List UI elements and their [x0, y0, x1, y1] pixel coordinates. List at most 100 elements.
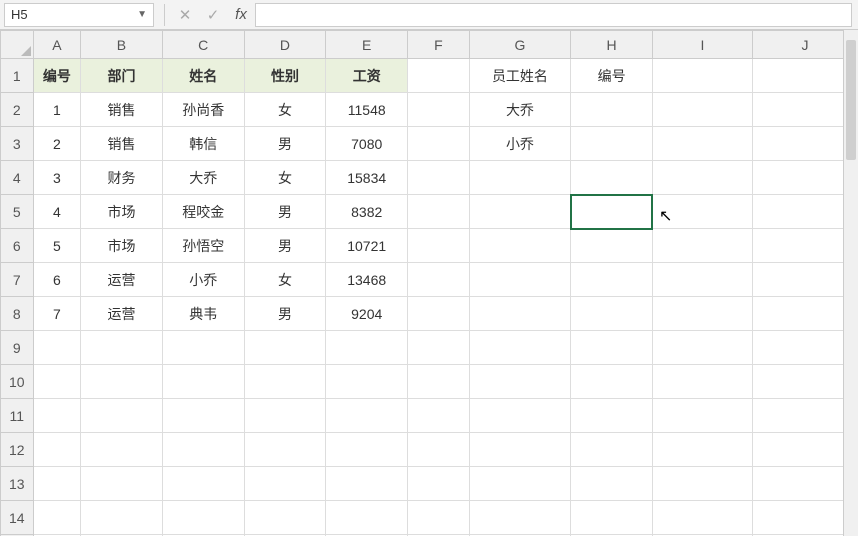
row-header-12[interactable]: 12	[1, 433, 34, 467]
column-header-I[interactable]: I	[652, 31, 752, 59]
cell-E7[interactable]: 13468	[326, 263, 408, 297]
cell-B10[interactable]	[81, 365, 163, 399]
cell-G13[interactable]	[469, 467, 571, 501]
cell-D5[interactable]: 男	[244, 195, 326, 229]
cell-F7[interactable]	[408, 263, 469, 297]
cell-C12[interactable]	[162, 433, 244, 467]
column-header-J[interactable]: J	[752, 31, 857, 59]
column-header-E[interactable]: E	[326, 31, 408, 59]
cell-J1[interactable]	[752, 59, 857, 93]
cell-J4[interactable]	[752, 161, 857, 195]
cell-G12[interactable]	[469, 433, 571, 467]
cell-F4[interactable]	[408, 161, 469, 195]
cell-F9[interactable]	[408, 331, 469, 365]
cell-E6[interactable]: 10721	[326, 229, 408, 263]
cell-G5[interactable]	[469, 195, 571, 229]
column-header-H[interactable]: H	[571, 31, 653, 59]
cell-B7[interactable]: 运营	[81, 263, 163, 297]
fx-button[interactable]: fx	[227, 3, 255, 27]
cell-D13[interactable]	[244, 467, 326, 501]
cell-I4[interactable]	[652, 161, 752, 195]
cell-I9[interactable]	[652, 331, 752, 365]
name-box[interactable]: H5 ▼	[4, 3, 154, 27]
cell-F2[interactable]	[408, 93, 469, 127]
column-header-C[interactable]: C	[162, 31, 244, 59]
row-header-6[interactable]: 6	[1, 229, 34, 263]
cell-I6[interactable]	[652, 229, 752, 263]
cell-G4[interactable]	[469, 161, 571, 195]
cell-G14[interactable]	[469, 501, 571, 535]
row-header-10[interactable]: 10	[1, 365, 34, 399]
cell-A9[interactable]	[33, 331, 81, 365]
cell-I8[interactable]	[652, 297, 752, 331]
cell-A11[interactable]	[33, 399, 81, 433]
row-header-13[interactable]: 13	[1, 467, 34, 501]
cell-F8[interactable]	[408, 297, 469, 331]
cell-H7[interactable]	[571, 263, 653, 297]
cell-C8[interactable]: 典韦	[162, 297, 244, 331]
cell-D6[interactable]: 男	[244, 229, 326, 263]
cell-C9[interactable]	[162, 331, 244, 365]
cell-F11[interactable]	[408, 399, 469, 433]
cell-B8[interactable]: 运营	[81, 297, 163, 331]
cell-G7[interactable]	[469, 263, 571, 297]
cell-J13[interactable]	[752, 467, 857, 501]
row-header-5[interactable]: 5	[1, 195, 34, 229]
cell-F10[interactable]	[408, 365, 469, 399]
row-header-4[interactable]: 4	[1, 161, 34, 195]
cell-J2[interactable]	[752, 93, 857, 127]
cell-A12[interactable]	[33, 433, 81, 467]
cell-H8[interactable]	[571, 297, 653, 331]
row-header-1[interactable]: 1	[1, 59, 34, 93]
column-header-B[interactable]: B	[81, 31, 163, 59]
cell-C6[interactable]: 孙悟空	[162, 229, 244, 263]
spreadsheet[interactable]: ABCDEFGHIJ1编号部门姓名性别工资员工姓名编号21销售孙尚香女11548…	[0, 30, 858, 536]
cell-D2[interactable]: 女	[244, 93, 326, 127]
row-header-3[interactable]: 3	[1, 127, 34, 161]
cell-J5[interactable]	[752, 195, 857, 229]
cell-I7[interactable]	[652, 263, 752, 297]
vertical-scrollbar[interactable]	[843, 30, 858, 536]
cell-I3[interactable]	[652, 127, 752, 161]
cell-G11[interactable]	[469, 399, 571, 433]
cell-A5[interactable]: 4	[33, 195, 81, 229]
cell-B6[interactable]: 市场	[81, 229, 163, 263]
cell-A6[interactable]: 5	[33, 229, 81, 263]
row-header-2[interactable]: 2	[1, 93, 34, 127]
cell-A8[interactable]: 7	[33, 297, 81, 331]
cell-I2[interactable]	[652, 93, 752, 127]
cell-E13[interactable]	[326, 467, 408, 501]
cell-H12[interactable]	[571, 433, 653, 467]
cell-F12[interactable]	[408, 433, 469, 467]
cell-H2[interactable]	[571, 93, 653, 127]
cell-H6[interactable]	[571, 229, 653, 263]
cell-C1[interactable]: 姓名	[162, 59, 244, 93]
cell-A4[interactable]: 3	[33, 161, 81, 195]
row-header-9[interactable]: 9	[1, 331, 34, 365]
cell-J14[interactable]	[752, 501, 857, 535]
cell-G9[interactable]	[469, 331, 571, 365]
cell-G8[interactable]	[469, 297, 571, 331]
cell-D7[interactable]: 女	[244, 263, 326, 297]
cell-F6[interactable]	[408, 229, 469, 263]
cell-E3[interactable]: 7080	[326, 127, 408, 161]
enter-button[interactable]: ✓	[199, 3, 227, 27]
cell-C4[interactable]: 大乔	[162, 161, 244, 195]
cell-G10[interactable]	[469, 365, 571, 399]
row-header-11[interactable]: 11	[1, 399, 34, 433]
cell-C2[interactable]: 孙尚香	[162, 93, 244, 127]
cell-B2[interactable]: 销售	[81, 93, 163, 127]
cell-E11[interactable]	[326, 399, 408, 433]
cell-F5[interactable]	[408, 195, 469, 229]
cell-D10[interactable]	[244, 365, 326, 399]
cell-I5[interactable]	[652, 195, 752, 229]
cell-I10[interactable]	[652, 365, 752, 399]
cell-H3[interactable]	[571, 127, 653, 161]
cell-E12[interactable]	[326, 433, 408, 467]
cell-J8[interactable]	[752, 297, 857, 331]
select-all-corner[interactable]	[1, 31, 34, 59]
cell-J6[interactable]	[752, 229, 857, 263]
cell-J10[interactable]	[752, 365, 857, 399]
cell-G2[interactable]: 大乔	[469, 93, 571, 127]
cell-D8[interactable]: 男	[244, 297, 326, 331]
